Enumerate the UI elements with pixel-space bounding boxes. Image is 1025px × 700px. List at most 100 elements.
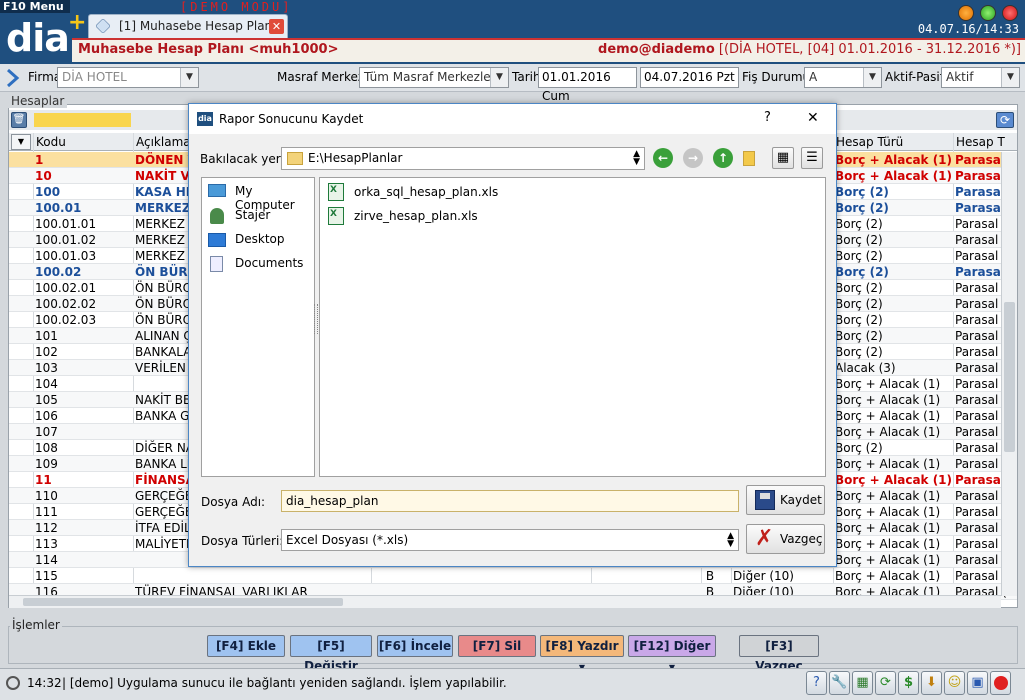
cell-kod: 103 <box>35 361 58 375</box>
file-item[interactable]: zirve_hesap_plan.xls <box>354 209 478 223</box>
cell-kod: 10 <box>35 169 52 183</box>
firma-value: DİA HOTEL <box>62 70 127 84</box>
tools-icon[interactable]: 🔧 <box>829 671 850 695</box>
forward-icon[interactable]: → <box>683 148 703 168</box>
help-icon[interactable]: ? <box>806 671 827 695</box>
minimize-circle-icon[interactable] <box>958 5 974 21</box>
islemler-label: İşlemler <box>10 618 62 632</box>
dialog-titlebar: dia Rapor Sonucunu Kaydet ? ✕ <box>189 104 836 134</box>
scroll-thumb[interactable] <box>1004 302 1015 452</box>
hesaplar-label: Hesaplar <box>8 94 68 108</box>
kaydet-button[interactable]: Kaydet <box>746 485 825 515</box>
tab-muhasebe-hesap-plani[interactable]: [1] Muhasebe Hesap Planı ✕ <box>88 14 288 38</box>
file-item[interactable]: orka_sql_hesap_plan.xls <box>354 185 498 199</box>
cell-hesap-turu: Borç + Alacak (1) <box>835 377 941 391</box>
cell-aciklama: ÖN BÜRO <box>135 265 191 279</box>
place-desktop[interactable]: Desktop <box>235 232 285 246</box>
sil-button[interactable]: [F7] Sil <box>458 635 536 657</box>
tab-icon <box>95 18 111 34</box>
cell-aciklama: BANKALA <box>135 345 191 359</box>
cell-hesap-turu: Borç + Alacak (1) <box>835 537 941 551</box>
list-view-icon[interactable]: ☰ <box>801 147 823 169</box>
demo-mode-label: [DEMO MODU] <box>180 0 293 14</box>
filter-row-input[interactable] <box>34 113 131 127</box>
cell-hesap-turu: Borç (2) <box>835 249 883 263</box>
place-stajer[interactable]: Stajer <box>235 208 270 222</box>
header-hesap-turu[interactable]: Hesap Türü <box>836 135 903 149</box>
cell-aciklama: BANKA GA <box>135 409 191 423</box>
maximize-circle-icon[interactable] <box>980 5 996 21</box>
refresh-icon[interactable]: ⟳ <box>996 112 1014 128</box>
user-name: demo@diademo <box>598 42 715 57</box>
places-sidebar: My Computer Stajer Desktop Documents <box>201 177 315 477</box>
cell-hesap-turu: Borç (2) <box>835 329 883 343</box>
lock-icon[interactable]: ▣ <box>967 671 988 695</box>
filetype-value: Excel Dosyası (*.xls) <box>286 533 409 547</box>
incele-button[interactable]: [F6] İncele <box>377 635 453 657</box>
yazdir-button[interactable]: [F8] Yazdır ▼ <box>540 635 624 672</box>
calculator-icon[interactable]: ▦ <box>852 671 873 695</box>
date-from-input[interactable]: 01.01.2016 Cum <box>538 67 637 103</box>
kaydet-label: Kaydet <box>780 493 822 507</box>
help-button[interactable]: ? <box>764 110 771 125</box>
table-row[interactable]: 115 B Diğer (10) Borç + Alacak (1) Parasal ( <box>9 568 1017 584</box>
degistir-button[interactable]: [F5] Değiştir <box>290 635 372 673</box>
header-kodu[interactable]: Kodu <box>36 135 66 149</box>
cell-aciklama: DÖNEN V <box>135 153 191 167</box>
cell-kod: 100.02.02 <box>35 297 97 311</box>
back-icon[interactable]: ← <box>653 148 673 168</box>
vazgec-button[interactable]: [F3] Vazgeç <box>739 635 819 673</box>
lookin-value: E:\HesapPlanlar <box>308 151 403 165</box>
aktif-pasif-label: Aktif-Pasif <box>885 70 944 84</box>
download-icon[interactable]: ⬇ <box>921 671 942 695</box>
aktif-pasif-select[interactable]: Aktif ▼ <box>941 67 1020 88</box>
ekle-button[interactable]: [F4] Ekle <box>207 635 285 657</box>
filetype-select[interactable]: Excel Dosyası (*.xls) ▲ ▼ <box>281 529 739 551</box>
hscroll-thumb[interactable] <box>23 598 343 606</box>
place-documents[interactable]: Documents <box>235 256 303 270</box>
cell-kod: 113 <box>35 537 58 551</box>
fis-durumu-label: Fiş Durumu <box>742 70 811 84</box>
power-icon[interactable] <box>990 671 1011 695</box>
f10-menu-button[interactable]: F10 Menu <box>0 0 70 13</box>
column-menu-icon[interactable]: ▼ <box>11 134 31 150</box>
tab-close-icon[interactable]: ✕ <box>269 19 284 34</box>
smiley-icon[interactable]: ☺ <box>944 671 965 695</box>
save-report-dialog: dia Rapor Sonucunu Kaydet ? ✕ Bakılacak … <box>188 103 837 567</box>
up-folder-icon[interactable]: ↑ <box>713 148 733 168</box>
diger-button[interactable]: [F12] Diğer ▼ <box>628 635 716 672</box>
masraf-label: Masraf Merkezi <box>277 70 368 84</box>
vazgec-dialog-button[interactable]: ✗ Vazgeç <box>746 524 825 554</box>
lookin-combo[interactable]: E:\HesapPlanlar ▲ ▼ <box>281 147 645 170</box>
header-hesap-t[interactable]: Hesap T <box>956 135 1005 149</box>
chevron-down-icon: ▼ <box>1001 68 1019 87</box>
icon-view-icon[interactable]: ▦ <box>772 147 794 169</box>
cell-hesap-turu: Borç (2) <box>835 217 883 231</box>
splitter-handle[interactable] <box>314 304 318 334</box>
cell-hesap-turu: Borç + Alacak (1) <box>835 153 953 167</box>
module-title: Muhasebe Hesap Planı <muh1000> <box>78 42 339 57</box>
cell-aciklama: GERÇEĞE <box>135 505 191 519</box>
user-icon <box>210 208 224 224</box>
vertical-scrollbar[interactable] <box>1001 152 1017 596</box>
fis-durumu-select[interactable]: A ▼ <box>804 67 882 88</box>
new-folder-icon[interactable] <box>743 151 755 166</box>
masraf-select[interactable]: Tüm Masraf Merkezleri ▼ <box>359 67 509 88</box>
trash-icon[interactable]: 🗑 <box>11 112 27 128</box>
date-to-input[interactable]: 04.07.2016 Pzt <box>640 67 739 88</box>
header-aciklama[interactable]: Açıklama <box>136 135 191 149</box>
filename-input[interactable]: dia_hesap_plan <box>281 490 739 512</box>
status-time: 14:32 <box>27 676 62 690</box>
excel-file-icon: X <box>328 207 344 225</box>
currency-icon[interactable]: $ <box>898 671 919 695</box>
new-tab-plus-icon[interactable]: + <box>68 12 86 34</box>
refresh-icon[interactable]: ⟳ <box>875 671 896 695</box>
close-circle-icon[interactable] <box>1002 5 1018 21</box>
dialog-close-button[interactable]: ✕ <box>807 110 819 126</box>
diger-label: [F12] Diğer <box>633 639 711 653</box>
cell-kod: 100.01 <box>35 201 82 215</box>
horizontal-scrollbar[interactable] <box>9 595 1001 608</box>
cell-kod: 1 <box>35 153 44 167</box>
cell-hesap-turu: Borç + Alacak (1) <box>835 457 941 471</box>
firma-select[interactable]: DİA HOTEL ▼ <box>57 67 199 88</box>
